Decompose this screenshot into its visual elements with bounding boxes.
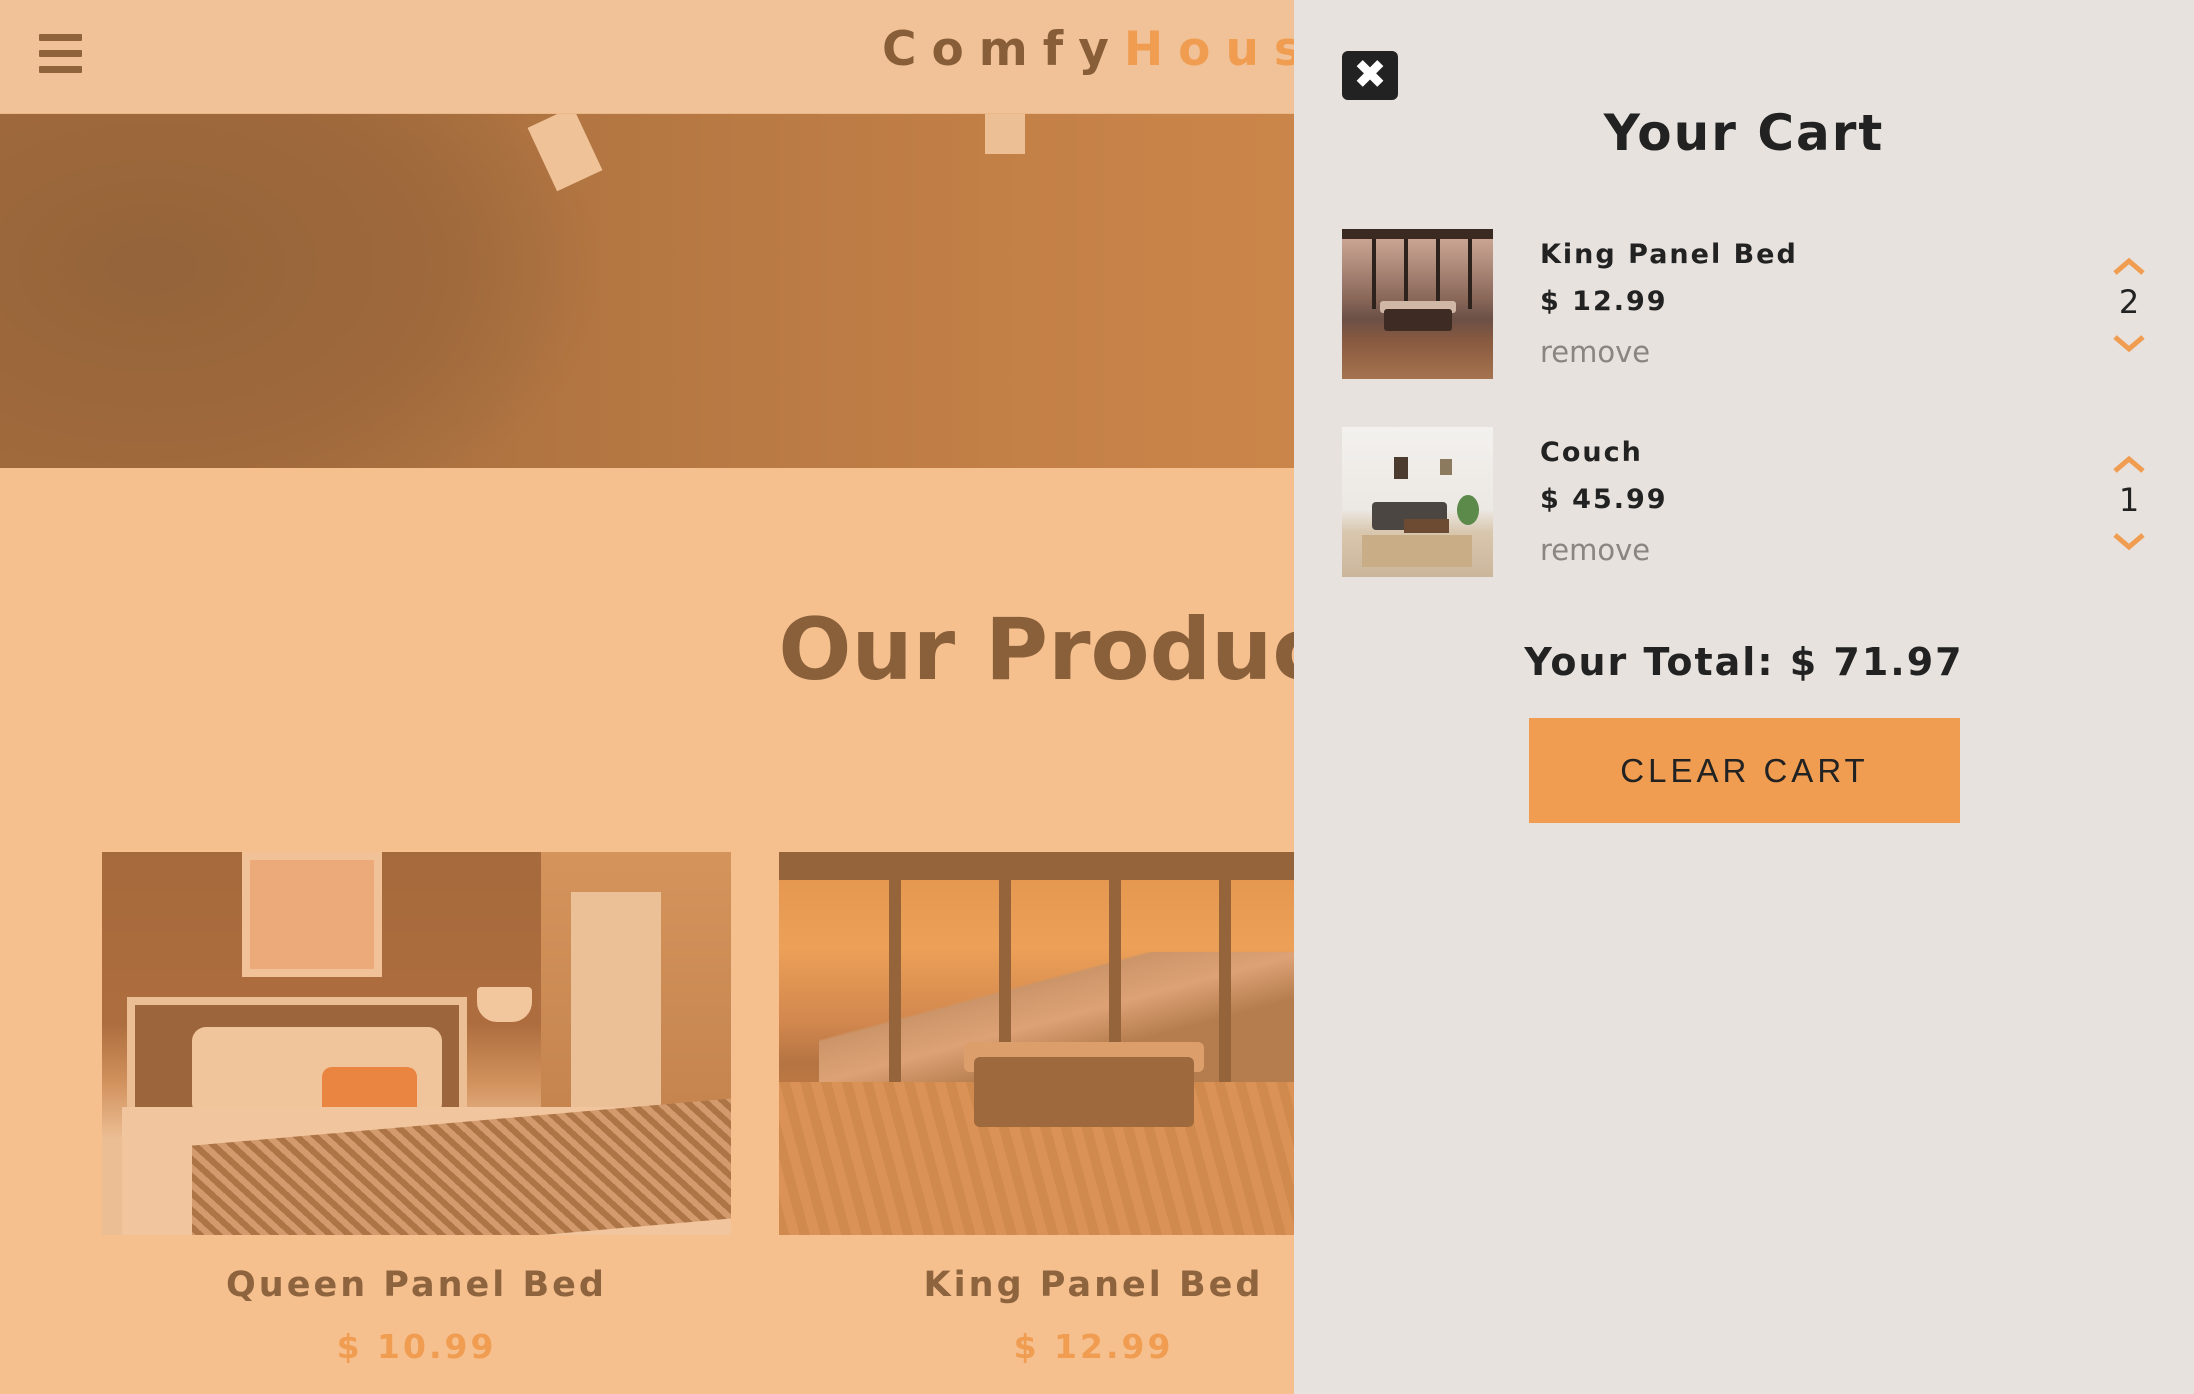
chevron-up-icon[interactable] bbox=[2109, 451, 2149, 477]
cart-item-image bbox=[1342, 427, 1493, 577]
cart-item: Couch $ 45.99 remove 1 bbox=[1342, 427, 2162, 579]
remove-item-button[interactable]: remove bbox=[1540, 533, 1650, 567]
cart-item-name: King Panel Bed bbox=[1540, 239, 1798, 270]
item-quantity: 1 bbox=[2118, 481, 2140, 519]
remove-item-button[interactable]: remove bbox=[1540, 335, 1650, 369]
cart-item-price: $ 12.99 bbox=[1540, 286, 1668, 317]
cart-panel: ✖ Your Cart King Panel Bed $ 12.99 remov… bbox=[1294, 0, 2194, 1394]
item-quantity: 2 bbox=[2118, 283, 2140, 321]
chevron-down-icon[interactable] bbox=[2109, 331, 2149, 357]
cart-total: Your Total: $ 71.97 bbox=[1524, 640, 1964, 684]
chevron-down-icon[interactable] bbox=[2109, 529, 2149, 555]
clear-cart-button[interactable]: CLEAR CART bbox=[1529, 718, 1960, 823]
close-cart-button[interactable]: ✖ bbox=[1342, 51, 1398, 100]
cart-item: King Panel Bed $ 12.99 remove 2 bbox=[1342, 229, 2162, 381]
close-x-icon: ✖ bbox=[1353, 52, 1387, 98]
cart-item-name: Couch bbox=[1540, 437, 1643, 468]
cart-item-price: $ 45.99 bbox=[1540, 484, 1668, 515]
cart-title: Your Cart bbox=[1603, 104, 1885, 162]
cart-item-image bbox=[1342, 229, 1493, 379]
chevron-up-icon[interactable] bbox=[2109, 253, 2149, 279]
